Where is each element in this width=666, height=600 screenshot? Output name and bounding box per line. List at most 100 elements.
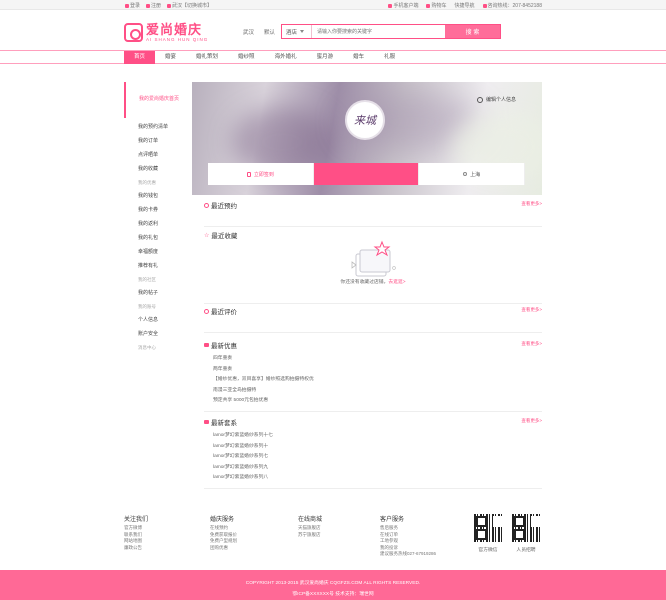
top-bar: 登录 注册 武汉【切换城市】 手机客户端 购物车 快捷导航 咨询热线：207-8… [0,0,666,10]
comment-icon [204,308,209,314]
tag-icon [204,420,209,424]
list-item[interactable]: 预定共享 5000元包拍优惠 [213,396,314,407]
quick-nav[interactable]: 快捷导航 [455,2,475,9]
profile-banner: 来城 编辑个人信息 立即签到 上海 [192,82,542,195]
city-switch[interactable]: 武汉【切换城市】 [167,2,212,9]
search-button[interactable]: 搜 索 [445,25,500,38]
hotline: 咨询热线：207-8452188 [482,2,542,9]
nav-overseas-wedding[interactable]: 海外婚礼 [265,51,307,64]
sidebar-group-title: 我的优惠 [138,180,156,185]
login-link[interactable]: 登录 [125,2,140,9]
qr-code-icon [512,514,540,542]
sign-in-button[interactable]: 立即签到 [208,163,314,185]
sidebar-group-title: 我的社区 [138,277,156,282]
gear-icon [476,96,483,103]
nav-wedding-planning[interactable]: 婚礼策划 [186,51,228,64]
edit-profile-link[interactable]: 编辑个人信息 [476,96,516,103]
search-input[interactable] [312,25,445,38]
logo-mark-icon [124,22,143,42]
sidebar-item-coupons[interactable]: 我的卡券 [124,203,192,217]
sidebar-item-posts[interactable]: 我的帖子 [124,286,192,300]
sidebar-item-credit[interactable]: 幸福额度 [124,245,192,259]
clock-icon [204,202,209,208]
city-default[interactable]: 默认 [264,28,275,36]
nav-home[interactable]: 首页 [124,51,156,64]
search-bar: 酒店 搜 索 [281,24,501,39]
site-logo[interactable]: 爱尚婚庆 AI SHANG HUN QING [124,21,234,43]
more-link[interactable]: 查看更多> [521,418,542,424]
avatar[interactable]: 来城 [345,100,385,140]
qr-code-icon [474,514,502,542]
register-link[interactable]: 注册 [146,2,161,9]
search-category-select[interactable]: 酒店 [282,25,312,38]
list-item[interactable]: lamor梦幻紫蓝婚纱系列七 [213,452,273,463]
account-sidebar: 我的爱尚婚庆首页 我的预约清单 我的订单 点评晒单 我的收藏 我的优惠 我的钱包… [124,82,192,490]
section-title: ☆ 最近收藏 [204,232,238,241]
nav-wedding-photo[interactable]: 婚纱照 [228,51,265,64]
list-item[interactable]: lamor梦幻紫蓝婚纱系列十七 [213,431,273,442]
more-link[interactable]: 查看更多> [521,201,542,207]
footer-link[interactable]: 天猫旗舰店 [298,525,322,532]
star-icon: ☆ [204,232,210,239]
list-item[interactable]: lamor梦幻紫蓝婚纱系列九 [213,463,273,474]
footer-col-services: 婚庆服务 在线预约 免费获取报价 免费户型规划 团购优惠 [210,517,237,552]
list-item[interactable]: 四年重奏 [213,354,314,365]
footer-link[interactable]: 免费户型规划 [210,538,237,545]
profile-tab-highlight[interactable] [313,163,420,185]
footer-link[interactable]: 苏宁旗舰店 [298,532,322,539]
section-title: 最新优惠 [204,340,237,350]
nav-banquet[interactable]: 婚宴 [155,51,186,64]
list-item[interactable]: 【婚纱优惠，双目喜享】婚纱照选购拍摄特权优 [213,375,314,386]
list-item[interactable]: 南漫三亚全岛拍摄特 [213,386,314,397]
sidebar-item-bookings[interactable]: 我的预约清单 [124,120,192,134]
sidebar-item-gifts[interactable]: 我的礼包 [124,231,192,245]
location-icon [167,3,172,8]
more-link[interactable]: 查看更多> [521,307,542,313]
phone-icon [388,3,393,8]
nav-dress[interactable]: 礼服 [374,51,405,64]
more-link[interactable]: 查看更多> [521,341,542,347]
profile-tabs: 立即签到 上海 [208,163,526,185]
sidebar-item-favorites[interactable]: 我的收藏 [124,162,192,176]
sidebar-item-rebates[interactable]: 我的返利 [124,217,192,231]
cart-icon [426,3,431,8]
location-tab[interactable]: 上海 [419,163,526,185]
city-current[interactable]: 武汉 [243,28,254,36]
qr-wechat: 官方微信 [474,514,502,553]
browse-link[interactable]: 去逛逛> [388,280,405,285]
sidebar-item-messages[interactable]: 消息中心 [124,341,192,354]
recent-reviews-section: 最近评价 查看更多> [204,306,542,333]
empty-favorites-icon [351,240,396,277]
footer-link[interactable]: 廉政公告 [124,545,148,552]
list-item[interactable]: lamor梦幻紫蓝婚纱系列十 [213,442,273,453]
sidebar-item-profile[interactable]: 个人信息 [124,313,192,327]
sidebar-item-referral[interactable]: 推荐有礼 [124,259,192,273]
footer-col-support: 客户服务 售后服务 在线订单 工地参观 我的投诉 建议服务热线027-67919… [380,517,437,558]
list-item[interactable]: lamor梦幻紫蓝婚纱系列八 [213,473,273,484]
edit-icon [146,3,151,8]
nav-honeymoon[interactable]: 蜜月游 [307,51,344,64]
footer-link[interactable]: 建议服务热线027-67919286 [380,551,436,558]
list-item[interactable]: 两年重奏 [213,365,314,376]
location-icon [463,172,468,176]
tag-icon [204,343,209,347]
cart-link[interactable]: 购物车 [426,2,447,9]
sidebar-item-wallet[interactable]: 我的钱包 [124,189,192,203]
copyright-text: COPYRIGHT 2013-2015 武汉爱尚婚庆 CQGFZS.COM AL… [245,581,421,586]
nav-wedding-car[interactable]: 婚车 [343,51,374,64]
qr-recruit: 人员招聘 [512,514,540,553]
latest-packages-section: 最新套系 查看更多> lamor梦幻紫蓝婚纱系列十七 lamor梦幻紫蓝婚纱系列… [204,417,542,489]
logo-subtext: AI SHANG HUN QING [146,36,209,42]
sidebar-item-security[interactable]: 账户安全 [124,327,192,341]
sidebar-item-reviews[interactable]: 点评晒单 [124,148,192,162]
footer-link[interactable]: 团购优惠 [210,545,237,552]
sidebar-item-orders[interactable]: 我的订单 [124,134,192,148]
user-icon [125,3,129,8]
mobile-client-link[interactable]: 手机客户端 [388,2,418,9]
main-nav: 首页 婚宴 婚礼策划 婚纱照 海外婚礼 蜜月游 婚车 礼服 [0,50,666,64]
sidebar-group-title: 我的账号 [138,304,156,309]
section-title: 最近评价 [204,306,237,316]
sidebar-item-home[interactable]: 我的爱尚婚庆首页 [124,82,192,118]
footer-col-follow: 关注我们 官方微博 联系我们 网站地图 廉政公告 [124,517,149,552]
recent-favorites-section: ☆ 最近收藏 你还没有收藏过店铺，去逛逛> [204,230,542,304]
